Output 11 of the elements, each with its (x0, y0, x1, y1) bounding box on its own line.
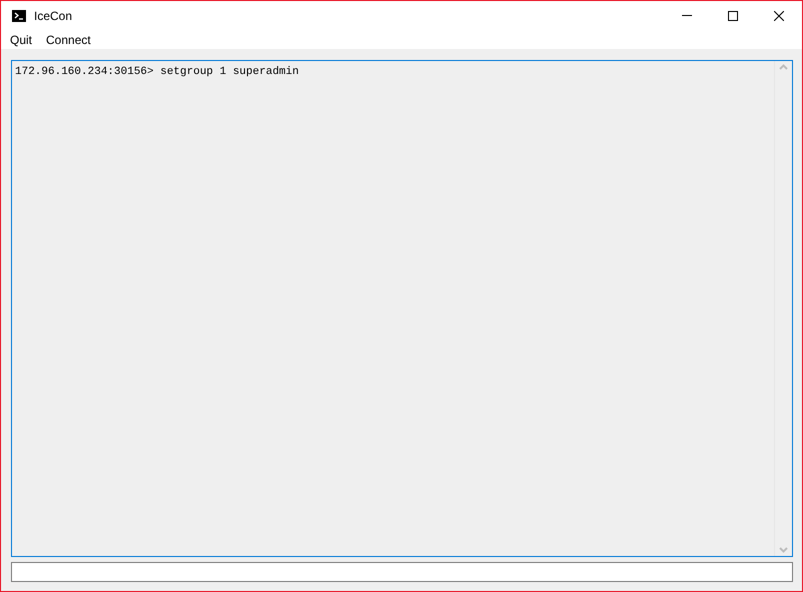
menu-item[interactable]: Connect (39, 32, 98, 46)
scroll-up-icon[interactable] (779, 64, 788, 70)
close-icon (774, 10, 784, 20)
command-input[interactable] (11, 562, 793, 582)
menu-item[interactable]: Quit (3, 32, 40, 46)
terminal-icon (12, 10, 26, 22)
minimize-icon (682, 15, 692, 16)
window-title: IceCon (34, 8, 74, 22)
scroll-down-icon[interactable] (779, 547, 788, 553)
console-line: 172.96.160.234:30156> setgroup 1 superadmin (15, 65, 300, 79)
maximize-icon (728, 10, 738, 20)
